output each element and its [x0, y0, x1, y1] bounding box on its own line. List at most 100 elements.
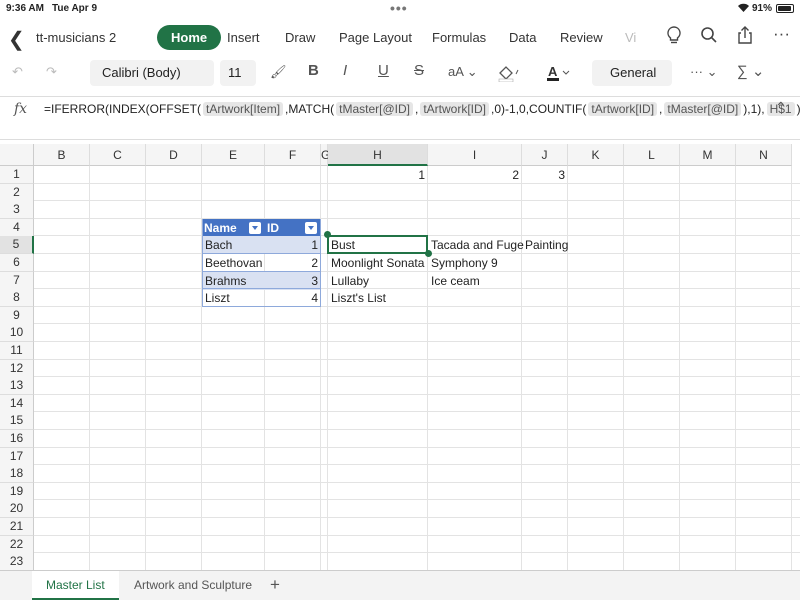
column-header[interactable]: I — [428, 144, 522, 166]
column-header[interactable]: M — [680, 144, 736, 166]
row-header[interactable]: 15 — [0, 412, 34, 431]
row-header[interactable]: 7 — [0, 271, 34, 290]
row-header[interactable]: 5 — [0, 236, 34, 255]
row-header[interactable]: 10 — [0, 324, 34, 343]
cell[interactable]: 1 — [328, 166, 428, 184]
sheet-tab-artwork-and-sculpture[interactable]: Artwork and Sculpture — [120, 571, 266, 600]
grid-line — [34, 288, 800, 290]
tab-draw[interactable]: Draw — [285, 30, 315, 45]
cell[interactable]: 4 — [265, 289, 321, 307]
cell[interactable]: 2 — [428, 166, 522, 184]
column-header[interactable]: D — [146, 144, 202, 166]
column-header[interactable]: J — [522, 144, 568, 166]
font-color-icon[interactable]: A — [546, 64, 570, 85]
formula-text[interactable]: =IFERROR(INDEX(OFFSET(tArtwork[Item] ,MAT… — [44, 99, 800, 119]
cell[interactable]: Bach — [202, 236, 265, 254]
undo-icon[interactable]: ↶ — [12, 64, 23, 80]
row-header[interactable]: 18 — [0, 465, 34, 484]
row-header[interactable]: 4 — [0, 218, 34, 237]
tab-view[interactable]: Vi — [625, 30, 636, 45]
sheet-tab-master-list[interactable]: Master List — [32, 571, 119, 600]
filter-dropdown-icon[interactable] — [249, 221, 261, 234]
font-size-change-icon[interactable]: aA ⌄ — [448, 64, 478, 80]
tab-home[interactable]: Home — [157, 25, 222, 50]
row-header[interactable]: 23 — [0, 553, 34, 570]
active-cell-selection[interactable] — [327, 235, 428, 254]
row-header[interactable]: 1 — [0, 166, 34, 184]
fill-color-icon[interactable] — [497, 64, 523, 85]
redo-icon[interactable]: ↷ — [46, 64, 57, 80]
selection-handle[interactable] — [425, 250, 432, 257]
cell[interactable]: Lullaby — [328, 272, 372, 290]
share-icon[interactable] — [737, 26, 753, 50]
font-size-box[interactable]: 11 — [220, 60, 256, 86]
filter-dropdown-icon[interactable] — [305, 221, 317, 234]
cell[interactable]: 3 — [265, 272, 321, 290]
row-header[interactable]: 11 — [0, 342, 34, 360]
cell[interactable]: Tacada and Fuge — [428, 236, 527, 254]
column-header[interactable]: C — [90, 144, 146, 166]
row-header[interactable]: 16 — [0, 430, 34, 448]
tab-formulas[interactable]: Formulas — [432, 30, 486, 45]
more-icon[interactable]: ··· — [773, 24, 790, 44]
cell[interactable]: Liszt's List — [328, 289, 389, 307]
search-icon[interactable] — [700, 26, 718, 49]
cell[interactable]: Symphony 9 — [428, 254, 501, 272]
formula-bar[interactable]: fx =IFERROR(INDEX(OFFSET(tArtwork[Item],… — [0, 96, 800, 140]
italic-icon[interactable]: I — [343, 62, 347, 79]
column-header[interactable]: K — [568, 144, 624, 166]
tab-page-layout[interactable]: Page Layout — [339, 30, 412, 45]
cell[interactable]: 1 — [265, 236, 321, 254]
row-header[interactable]: 14 — [0, 394, 34, 413]
back-chevron-icon[interactable]: ❮ — [8, 27, 25, 52]
cell[interactable]: Painting — [522, 236, 571, 254]
cell[interactable]: Ice ceam — [428, 272, 483, 290]
row-header[interactable]: 6 — [0, 254, 34, 272]
add-sheet-icon[interactable]: + — [270, 575, 280, 595]
column-header[interactable]: B — [34, 144, 90, 166]
row-header[interactable]: 3 — [0, 201, 34, 220]
cell[interactable]: 2 — [265, 254, 321, 272]
row-header[interactable]: 9 — [0, 306, 34, 325]
row-header[interactable]: 19 — [0, 482, 34, 501]
strikethrough-icon[interactable]: S — [414, 62, 424, 79]
row-header[interactable]: 8 — [0, 289, 34, 308]
lightbulb-icon[interactable] — [666, 26, 682, 49]
function-icon[interactable]: fx — [14, 101, 27, 117]
row-header[interactable]: 17 — [0, 447, 34, 466]
row-header[interactable]: 21 — [0, 518, 34, 536]
bold-icon[interactable]: B — [308, 62, 319, 79]
document-title[interactable]: tt-musicians 2 — [36, 30, 116, 45]
column-header[interactable]: G — [321, 144, 330, 166]
autosum-icon[interactable]: ∑ ⌄ — [737, 62, 764, 80]
cell[interactable]: 3 — [522, 166, 568, 184]
row-header[interactable]: 12 — [0, 359, 34, 378]
collapse-formula-icon[interactable]: ⌃ — [775, 99, 787, 116]
tab-insert[interactable]: Insert — [227, 30, 260, 45]
select-all-corner[interactable] — [0, 144, 34, 166]
tab-review[interactable]: Review — [560, 30, 603, 45]
underline-icon[interactable]: U — [378, 62, 389, 79]
column-header[interactable]: F — [265, 144, 321, 166]
grid-line — [34, 481, 800, 483]
spreadsheet-grid[interactable]: B C D E F G H I J K L M N 1 2 3 4 5 6 7 8 9 10 11 12 13 14 15 16 17 18… — [0, 144, 800, 570]
formula-segment: ),"") — [797, 102, 800, 116]
column-header[interactable]: H — [328, 144, 428, 166]
row-header[interactable]: 22 — [0, 535, 34, 554]
format-painter-icon[interactable]: 🖌 — [270, 64, 287, 80]
cell[interactable]: Moonlight Sonata — [328, 254, 427, 272]
cell[interactable]: Brahms — [202, 272, 265, 290]
multitask-dots-icon[interactable]: ••• — [390, 0, 408, 16]
column-header[interactable]: N — [736, 144, 792, 166]
tab-data[interactable]: Data — [509, 30, 536, 45]
font-name-box[interactable]: Calibri (Body) — [90, 60, 214, 86]
row-header[interactable]: 2 — [0, 183, 34, 202]
column-header[interactable]: E — [202, 144, 265, 166]
number-format-box[interactable]: General — [592, 60, 672, 86]
cell[interactable]: Beethovan — [202, 254, 265, 272]
row-header[interactable]: 13 — [0, 377, 34, 396]
row-header[interactable]: 20 — [0, 500, 34, 519]
cell[interactable]: Liszt — [202, 289, 265, 307]
more-format-icon[interactable]: ··· ⌄ — [690, 64, 718, 80]
column-header[interactable]: L — [624, 144, 680, 166]
